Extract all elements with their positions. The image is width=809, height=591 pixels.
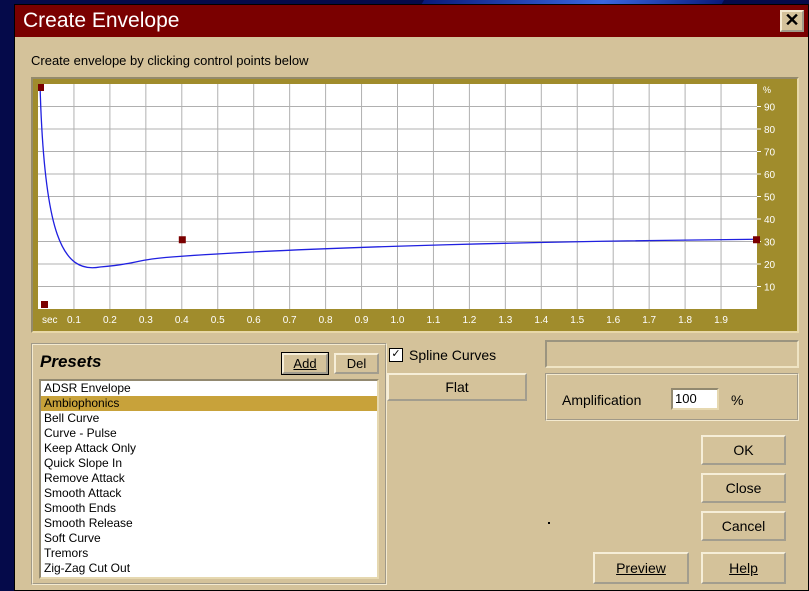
preset-item[interactable]: Curve - Pulse — [41, 426, 377, 441]
flat-button[interactable]: Flat — [387, 373, 527, 401]
y-tick-label: 80 — [764, 125, 776, 136]
close-button[interactable]: Close — [701, 473, 786, 503]
envelope-graph[interactable]: sec 0.1 0.2 0.3 0.4 0.5 0.6 0.7 0.8 0.9 1.0 1.1 1.2 1… — [38, 84, 792, 326]
preset-item[interactable]: Smooth Release — [41, 516, 377, 531]
presets-list[interactable]: ADSR Envelope Ambiophonics Bell Curve Curve… — [39, 379, 379, 579]
x-tick-label: 0.8 — [319, 315, 333, 326]
preset-item[interactable]: Remove Attack — [41, 471, 377, 486]
y-tick-label: 40 — [764, 215, 776, 226]
add-preset-button[interactable]: Add — [281, 352, 329, 375]
x-tick-label: 0.9 — [355, 315, 369, 326]
x-tick-label: 0.1 — [67, 315, 81, 326]
x-tick-label: 1.9 — [714, 315, 728, 326]
preview-button[interactable]: Preview — [593, 552, 689, 584]
x-tick-label: 0.6 — [247, 315, 261, 326]
y-tick-label: 50 — [764, 193, 776, 204]
preset-item[interactable]: Bell Curve — [41, 411, 377, 426]
preset-item[interactable]: Quick Slope In — [41, 456, 377, 471]
x-tick-label: 1.3 — [498, 315, 512, 326]
x-tick-label: 1.7 — [642, 315, 656, 326]
close-icon[interactable]: ✕ — [780, 10, 804, 32]
control-point[interactable] — [178, 236, 186, 244]
checkbox-check-icon[interactable]: ✓ — [389, 348, 403, 362]
y-tick-label: 70 — [764, 148, 776, 159]
preset-item[interactable]: Soft Curve — [41, 531, 377, 546]
preset-item[interactable]: Tremors — [41, 546, 377, 561]
y-tick-label: 20 — [764, 260, 776, 271]
amplification-input[interactable]: 100 — [671, 388, 719, 410]
x-tick-label: 1.2 — [462, 315, 476, 326]
window-title: Create Envelope — [23, 9, 180, 32]
ok-button[interactable]: OK — [701, 435, 786, 465]
x-tick-label: 1.6 — [606, 315, 620, 326]
spline-curves-label: Spline Curves — [409, 347, 497, 363]
presets-title: Presets — [40, 352, 102, 371]
x-tick-label: 0.4 — [175, 315, 189, 326]
x-tick-label: 0.2 — [103, 315, 117, 326]
x-tick-label: 0.5 — [211, 315, 225, 326]
preset-item[interactable]: Smooth Ends — [41, 501, 377, 516]
x-axis-unit: sec — [42, 315, 58, 326]
control-point[interactable] — [41, 301, 48, 308]
preset-item[interactable]: Zig-Zag Cut Out — [41, 561, 377, 576]
spline-curves-checkbox[interactable]: ✓ Spline Curves — [389, 347, 496, 363]
delete-preset-button[interactable]: Del — [334, 353, 379, 374]
control-point[interactable] — [38, 84, 44, 91]
control-point[interactable] — [753, 236, 760, 244]
y-tick-label: 60 — [764, 170, 776, 181]
preset-item[interactable]: Ambiophonics — [41, 396, 377, 411]
amplification-unit: % — [731, 392, 744, 408]
envelope-graph-frame: sec 0.1 0.2 0.3 0.4 0.5 0.6 0.7 0.8 0.9 1.0 1.1 1.2 1… — [31, 77, 799, 333]
x-tick-label: 1.4 — [534, 315, 548, 326]
help-button[interactable]: Help — [701, 552, 786, 584]
x-tick-label: 1.8 — [678, 315, 692, 326]
x-tick-label: 1.0 — [391, 315, 405, 326]
title-bar: Create Envelope ✕ — [15, 5, 808, 37]
stray-dot — [548, 522, 550, 524]
y-tick-label: 30 — [764, 238, 776, 249]
status-field — [545, 340, 799, 368]
x-tick-label: 0.7 — [283, 315, 297, 326]
y-axis-unit: % — [763, 85, 771, 95]
x-tick-label: 1.5 — [570, 315, 584, 326]
create-envelope-dialog: Create Envelope ✕ Create envelope by cli… — [14, 4, 809, 591]
cancel-button[interactable]: Cancel — [701, 511, 786, 541]
preset-item[interactable]: ADSR Envelope — [41, 381, 377, 396]
y-tick-label: 90 — [764, 103, 776, 114]
x-tick-label: 0.3 — [139, 315, 153, 326]
x-tick-label: 1.1 — [426, 315, 440, 326]
amplification-label: Amplification — [562, 392, 642, 408]
preset-item[interactable]: Keep Attack Only — [41, 441, 377, 456]
amplification-group: Amplification 100 % — [545, 373, 799, 421]
y-tick-label: 10 — [764, 283, 776, 294]
instruction-text: Create envelope by clicking control poin… — [31, 53, 309, 68]
presets-group: Presets Add Del ADSR Envelope Ambiophonic… — [31, 343, 387, 585]
preset-item[interactable]: Smooth Attack — [41, 486, 377, 501]
